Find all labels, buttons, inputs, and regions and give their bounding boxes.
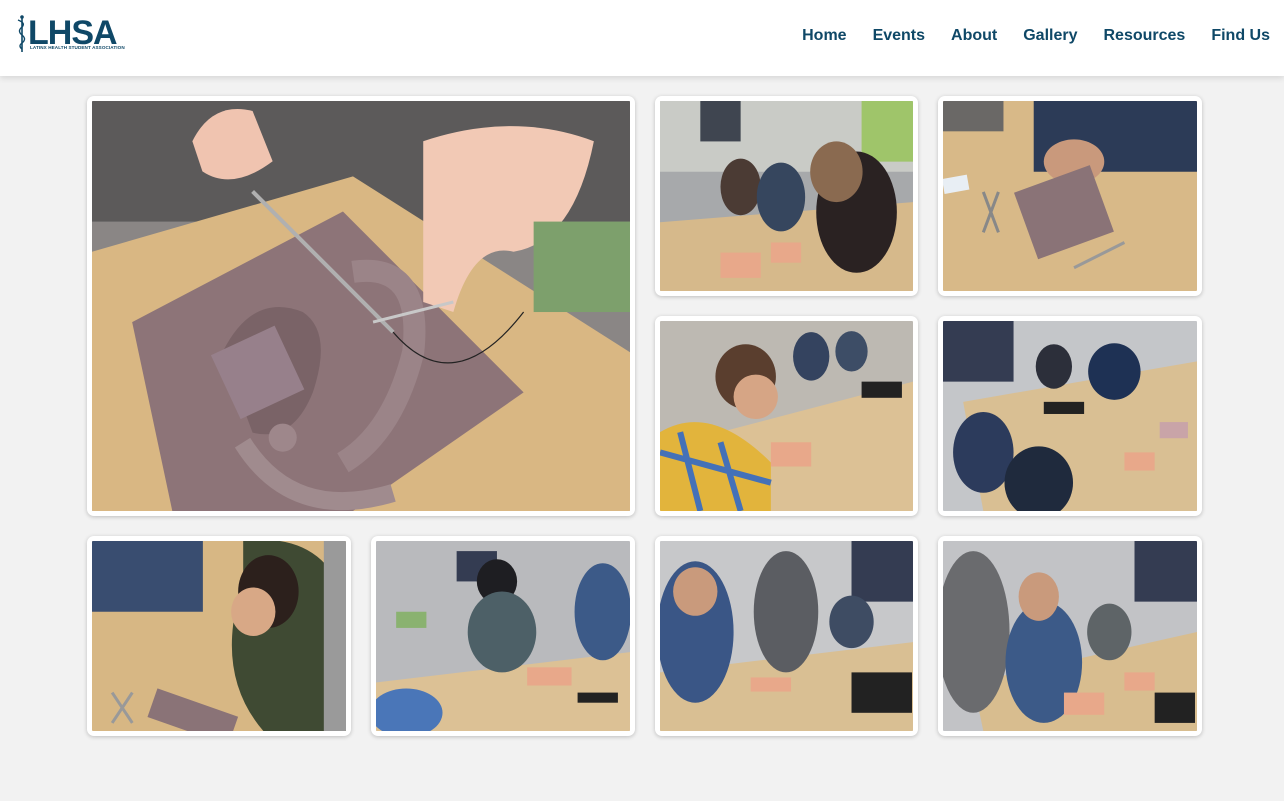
gallery-photo-8[interactable] <box>655 536 918 736</box>
nav-resources[interactable]: Resources <box>1104 26 1186 46</box>
logo-subtitle: LATINX HEALTH STUDENT ASSOCIATION <box>30 45 125 50</box>
photo-image <box>92 101 630 511</box>
gallery-photo-4[interactable] <box>655 316 918 516</box>
gallery-photo-7[interactable] <box>371 536 635 736</box>
site-logo[interactable]: LHSA LATINX HEALTH STUDENT ASSOCIATION <box>14 14 128 54</box>
photo-image <box>660 101 913 291</box>
main-nav: Home Events About Gallery Resources Find… <box>776 26 1270 46</box>
nav-home[interactable]: Home <box>802 26 846 46</box>
nav-gallery[interactable]: Gallery <box>1023 26 1077 46</box>
photo-image <box>943 101 1197 291</box>
photo-image <box>92 541 346 731</box>
gallery-photo-3[interactable] <box>938 96 1202 296</box>
nav-about[interactable]: About <box>951 26 997 46</box>
gallery-photo-5[interactable] <box>938 316 1202 516</box>
nav-find-us[interactable]: Find Us <box>1211 26 1270 46</box>
photo-image <box>943 321 1197 511</box>
gallery-photo-9[interactable] <box>938 536 1202 736</box>
nav-events[interactable]: Events <box>873 26 925 46</box>
gallery-photo-1[interactable] <box>87 96 635 516</box>
photo-image <box>376 541 630 731</box>
gallery-photo-2[interactable] <box>655 96 918 296</box>
site-header: LHSA LATINX HEALTH STUDENT ASSOCIATION H… <box>0 0 1284 76</box>
photo-image <box>660 321 913 511</box>
gallery-photo-6[interactable] <box>87 536 351 736</box>
photo-image <box>943 541 1197 731</box>
photo-image <box>660 541 913 731</box>
